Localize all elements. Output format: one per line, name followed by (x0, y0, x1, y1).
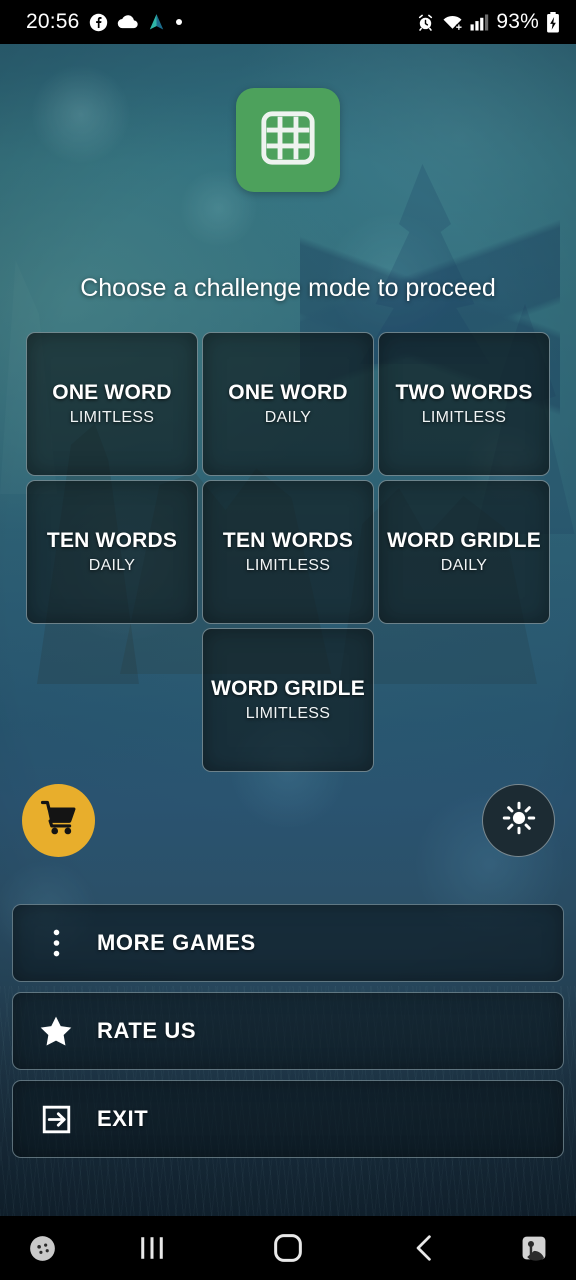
battery-percent-label: 93% (496, 10, 539, 33)
screen-capture-icon[interactable] (492, 1234, 576, 1262)
mode-subtitle: LIMITLESS (245, 557, 331, 575)
exit-arrow-icon (35, 1104, 77, 1135)
status-bar-left: 20:56 (26, 10, 183, 34)
mode-title: TWO WORDS (395, 380, 533, 404)
status-clock: 20:56 (26, 10, 80, 33)
mode-subtitle: DAILY (264, 409, 312, 427)
status-bar: 20:56 93% (0, 0, 576, 44)
battery-charging-icon (546, 11, 560, 33)
mode-subtitle: LIMITLESS (421, 409, 507, 427)
game-booster-icon[interactable] (0, 1235, 84, 1262)
mode-card-word-gridle-daily[interactable]: WORD GRIDLE DAILY (378, 480, 550, 624)
mode-card-word-gridle-limitless[interactable]: WORD GRIDLE LIMITLESS (202, 628, 374, 772)
mode-title: WORD GRIDLE (211, 676, 365, 700)
cloud-icon (117, 14, 138, 30)
navigation-bar (0, 1216, 576, 1280)
mode-grid: ONE WORD LIMITLESS ONE WORD DAILY TWO WO… (25, 332, 551, 772)
rate-us-label: RATE US (97, 1018, 197, 1043)
star-icon (35, 1015, 77, 1047)
wifi-icon (442, 14, 463, 31)
app-content: Choose a challenge mode to proceed ONE W… (0, 44, 576, 1216)
brightness-button[interactable] (482, 784, 555, 857)
mode-title: TEN WORDS (46, 528, 178, 552)
mode-subtitle: LIMITLESS (245, 705, 331, 723)
app-logo (236, 88, 340, 192)
mode-subtitle: DAILY (88, 557, 136, 575)
navigation-arrow-icon (147, 12, 166, 32)
more-games-label: MORE GAMES (97, 930, 256, 955)
rate-us-button[interactable]: RATE US (12, 992, 564, 1070)
facebook-icon (89, 13, 108, 32)
shop-button[interactable] (22, 784, 95, 857)
menu-list: MORE GAMES RATE US EXIT (12, 904, 564, 1168)
signal-bars-icon (470, 13, 489, 31)
mode-card-one-word-limitless[interactable]: ONE WORD LIMITLESS (26, 332, 198, 476)
mode-card-two-words-limitless[interactable]: TWO WORDS LIMITLESS (378, 332, 550, 476)
recents-icon[interactable] (84, 1235, 220, 1261)
mode-card-one-word-daily[interactable]: ONE WORD DAILY (202, 332, 374, 476)
status-bar-right: 93% (416, 10, 560, 34)
more-games-button[interactable]: MORE GAMES (12, 904, 564, 982)
kebab-menu-icon (35, 929, 77, 957)
mode-title: WORD GRIDLE (387, 528, 541, 552)
exit-label: EXIT (97, 1106, 149, 1131)
sun-brightness-icon (502, 801, 536, 840)
dot-icon (175, 18, 183, 26)
mode-subtitle: LIMITLESS (69, 409, 155, 427)
mode-subtitle: DAILY (440, 557, 488, 575)
alarm-icon (416, 13, 435, 32)
phone-screen: 20:56 93% Choose a challenge mode to pro… (0, 0, 576, 1280)
exit-button[interactable]: EXIT (12, 1080, 564, 1158)
grid-3x3-icon (259, 109, 317, 172)
mode-card-ten-words-limitless[interactable]: TEN WORDS LIMITLESS (202, 480, 374, 624)
shopping-cart-icon (40, 799, 78, 842)
page-title: Choose a challenge mode to proceed (80, 274, 496, 302)
back-icon[interactable] (356, 1234, 492, 1262)
home-icon[interactable] (220, 1233, 356, 1263)
mode-card-ten-words-daily[interactable]: TEN WORDS DAILY (26, 480, 198, 624)
mode-title: TEN WORDS (222, 528, 354, 552)
mode-title: ONE WORD (228, 380, 348, 404)
mode-title: ONE WORD (52, 380, 172, 404)
